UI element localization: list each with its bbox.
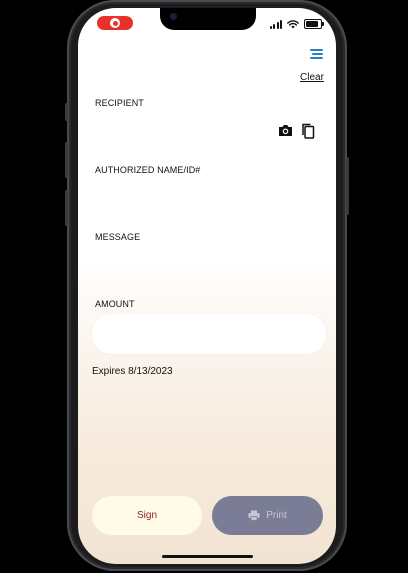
camera-icon[interactable] <box>278 124 293 137</box>
clear-button[interactable]: Clear <box>300 72 324 83</box>
status-icons <box>269 19 324 29</box>
dynamic-notch <box>160 8 256 30</box>
sign-button[interactable]: Sign <box>92 496 202 535</box>
amount-input[interactable] <box>92 314 326 354</box>
front-camera-icon <box>170 13 177 20</box>
battery-icon <box>304 19 324 29</box>
print-button[interactable]: Print <box>212 496 323 535</box>
side-button-power <box>346 157 349 215</box>
recipient-label: RECIPIENT <box>95 98 144 108</box>
side-button-volume-down <box>65 190 68 226</box>
home-indicator[interactable] <box>162 555 253 558</box>
side-button-silent <box>65 103 68 121</box>
printer-icon <box>248 510 260 521</box>
signal-icon <box>269 19 282 29</box>
message-label: MESSAGE <box>95 232 141 242</box>
wifi-icon <box>287 19 299 28</box>
hamburger-menu-icon[interactable] <box>310 49 323 59</box>
side-button-volume-up <box>65 142 68 178</box>
app-screen: Clear RECIPIENT AUTHORIZED NAME/ID# MESS… <box>78 8 336 564</box>
expires-date: Expires 8/13/2023 <box>92 366 173 377</box>
screen-record-icon[interactable] <box>97 16 133 30</box>
copy-icon[interactable] <box>301 123 315 139</box>
print-button-label: Print <box>266 510 287 521</box>
authorized-name-label: AUTHORIZED NAME/ID# <box>95 165 201 175</box>
amount-label: AMOUNT <box>95 299 135 309</box>
sign-button-label: Sign <box>136 510 157 521</box>
